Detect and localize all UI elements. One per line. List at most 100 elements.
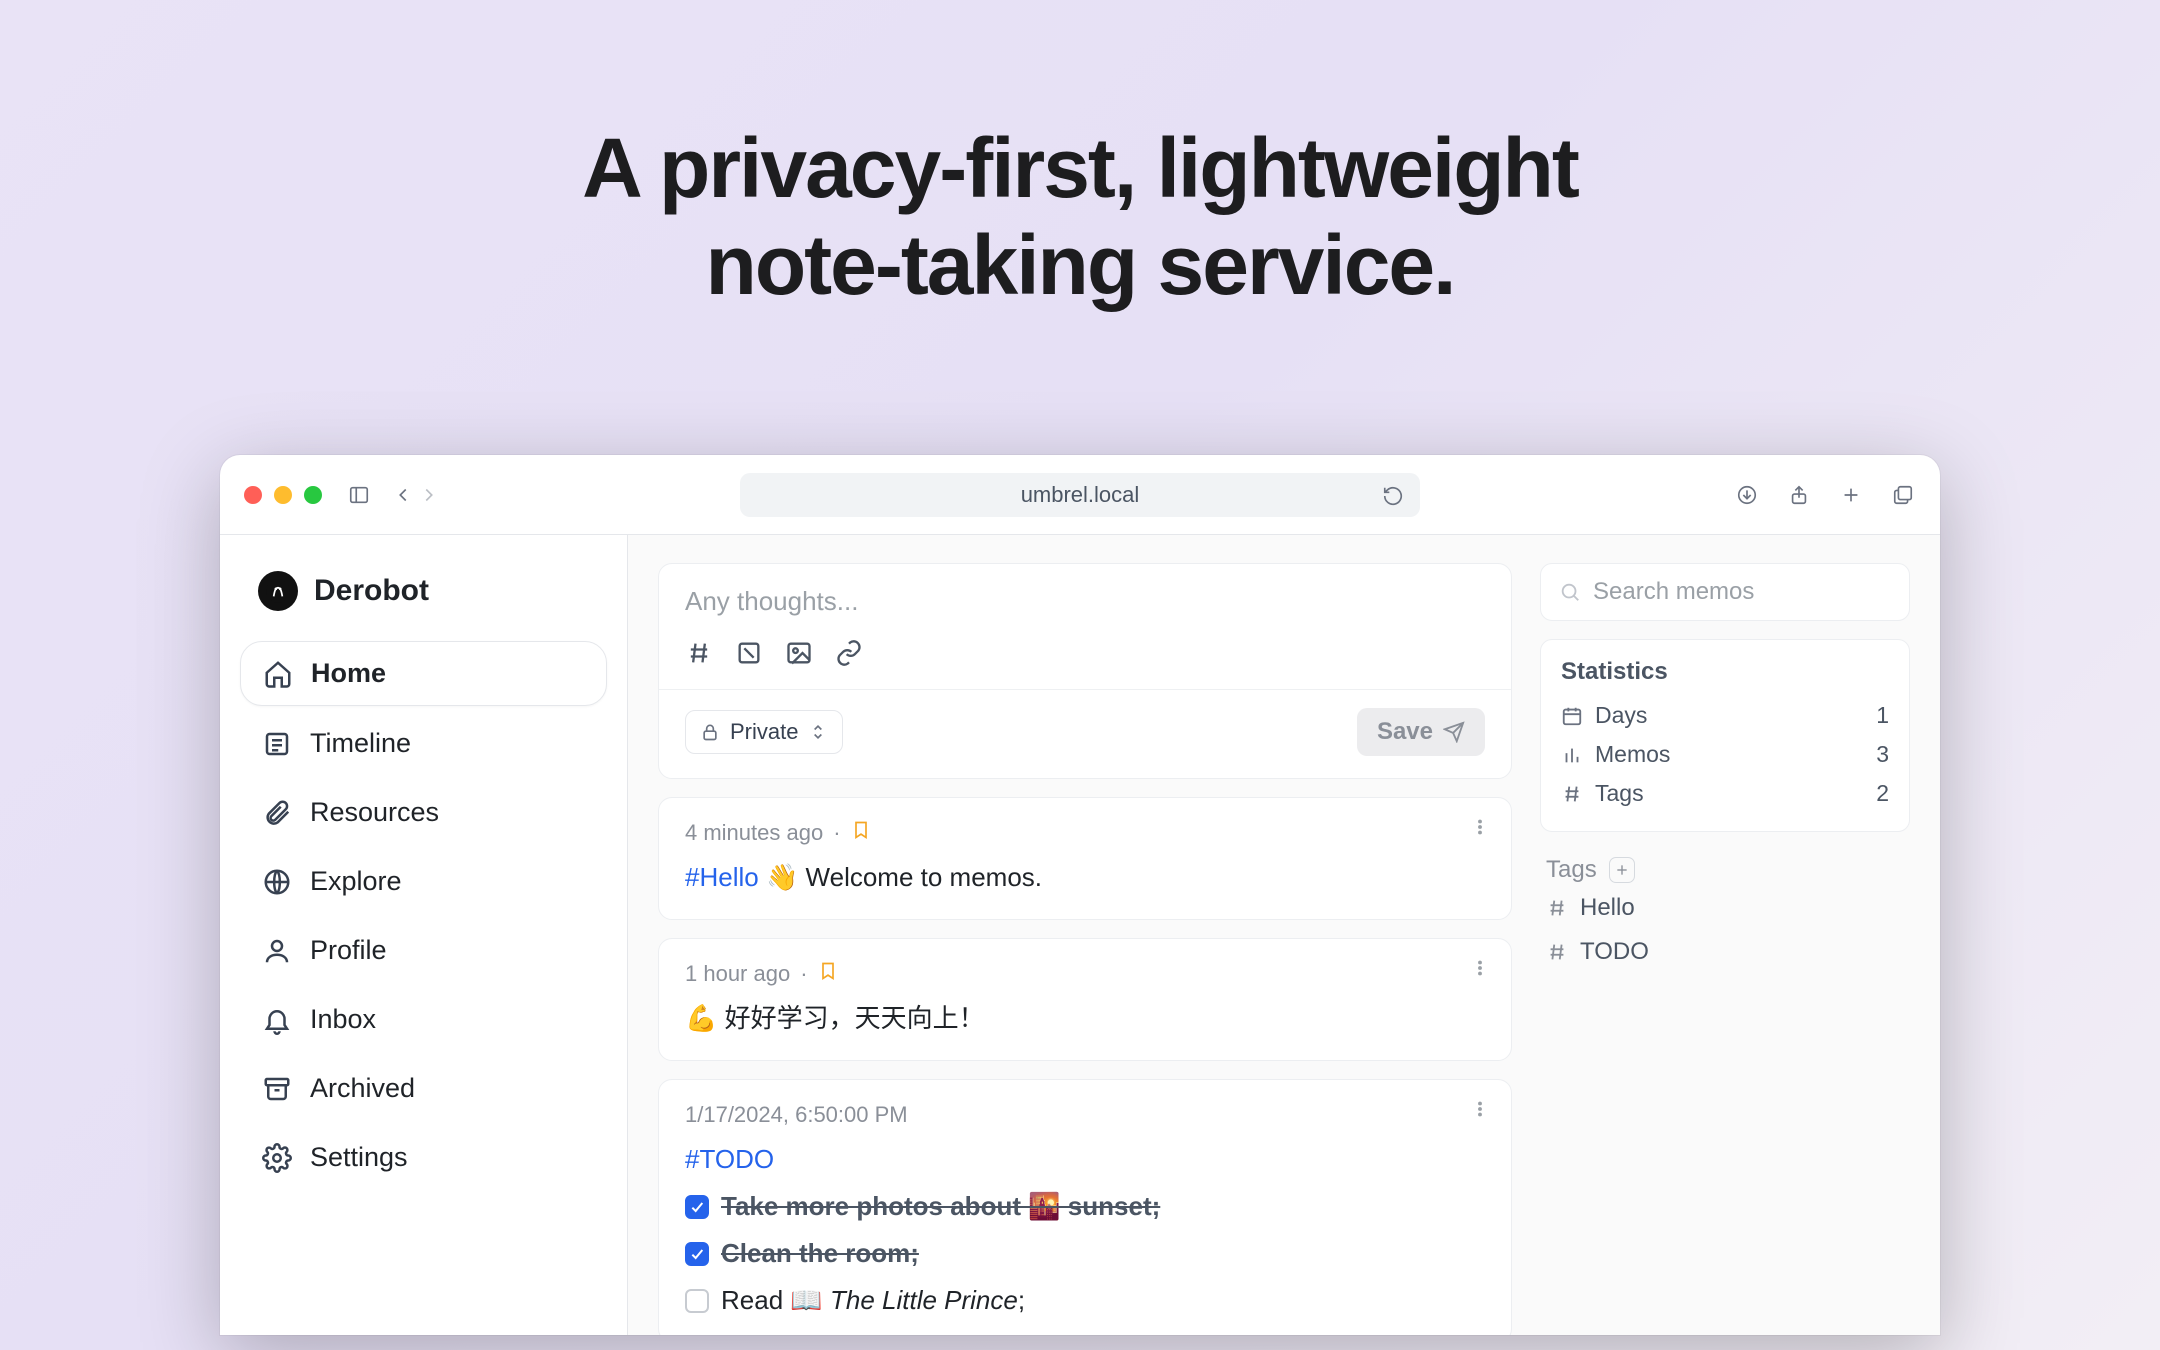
stat-value: 3 [1876, 741, 1889, 768]
memo-more-icon[interactable] [1469, 816, 1491, 843]
new-tab-icon[interactable] [1838, 482, 1864, 508]
memo-more-icon[interactable] [1469, 957, 1491, 984]
url-text: umbrel.local [1021, 482, 1140, 508]
nav-label: Inbox [310, 1004, 376, 1035]
memo-hashtag[interactable]: #Hello [685, 862, 759, 892]
nav-label: Timeline [310, 728, 411, 759]
nav-explore[interactable]: Explore [240, 850, 607, 913]
bars-icon [1561, 744, 1583, 766]
memo-more-icon[interactable] [1469, 1098, 1491, 1125]
image-icon[interactable] [785, 639, 813, 667]
hero-line-2: note-taking service. [0, 217, 2160, 314]
memo-body: 👋 Welcome to memos. [759, 862, 1042, 892]
link-icon[interactable] [835, 639, 863, 667]
todo-text: Clean the room; [721, 1234, 919, 1273]
calendar-icon [1561, 705, 1583, 727]
memo-composer: Any thoughts... Private [658, 563, 1512, 779]
downloads-icon[interactable] [1734, 482, 1760, 508]
close-window-button[interactable] [244, 486, 262, 504]
nav-list: Home Timeline Resources Explore Profile [240, 641, 607, 1189]
stat-value: 1 [1876, 702, 1889, 729]
bell-icon [262, 1005, 292, 1035]
nav-label: Resources [310, 797, 439, 828]
globe-icon [262, 867, 292, 897]
home-icon [263, 659, 293, 689]
nav-timeline[interactable]: Timeline [240, 712, 607, 775]
nav-label: Explore [310, 866, 402, 897]
save-label: Save [1377, 718, 1433, 746]
memo-time: 4 minutes ago [685, 820, 823, 846]
nav-label: Profile [310, 935, 387, 966]
hero-line-1: A privacy-first, lightweight [0, 120, 2160, 217]
bookmark-icon[interactable] [851, 820, 871, 846]
nav-label: Home [311, 658, 386, 689]
save-button[interactable]: Save [1357, 708, 1485, 756]
nav-archived[interactable]: Archived [240, 1057, 607, 1120]
bookmark-icon[interactable] [818, 961, 838, 987]
gear-icon [262, 1143, 292, 1173]
back-button-icon[interactable] [390, 482, 416, 508]
add-tag-button[interactable] [1609, 857, 1635, 883]
search-input[interactable]: Search memos [1540, 563, 1910, 621]
nav-profile[interactable]: Profile [240, 919, 607, 982]
nav-home[interactable]: Home [240, 641, 607, 706]
feed-column: Any thoughts... Private [658, 563, 1512, 1335]
timeline-icon [262, 729, 292, 759]
checkbox-unchecked[interactable] [685, 1289, 709, 1313]
memo-hashtag[interactable]: #TODO [685, 1140, 1485, 1179]
stat-row-days: Days 1 [1561, 696, 1889, 735]
minimize-window-button[interactable] [274, 486, 292, 504]
browser-toolbar: umbrel.local [220, 455, 1940, 535]
checkbox-checked[interactable] [685, 1242, 709, 1266]
memo-time: 1/17/2024, 6:50:00 PM [685, 1102, 908, 1128]
memo-body: 💪 好好学习，天天向上！ [685, 999, 1485, 1038]
memo-card: 1/17/2024, 6:50:00 PM #TODO Take more ph… [658, 1079, 1512, 1335]
composer-toolbar [685, 639, 1485, 667]
maximize-window-button[interactable] [304, 486, 322, 504]
nav-settings[interactable]: Settings [240, 1126, 607, 1189]
tag-item[interactable]: TODO [1540, 930, 1910, 974]
nav-label: Archived [310, 1073, 415, 1104]
hash-icon [1561, 783, 1583, 805]
sidebar-toggle-icon[interactable] [346, 482, 372, 508]
checkbox-icon[interactable] [735, 639, 763, 667]
brand-header[interactable]: Derobot [240, 563, 607, 633]
nav-label: Settings [310, 1142, 408, 1173]
hash-icon [1546, 897, 1568, 919]
stat-value: 2 [1876, 780, 1889, 807]
hash-icon[interactable] [685, 639, 713, 667]
memo-card: 4 minutes ago · #Hello 👋 Welcome to memo… [658, 797, 1512, 920]
tags-title: Tags [1546, 856, 1597, 884]
todo-text: Take more photos about 🌇 sunset; [721, 1187, 1160, 1226]
share-icon[interactable] [1786, 482, 1812, 508]
stat-row-memos: Memos 3 [1561, 735, 1889, 774]
tags-section: Tags Hello TODO [1540, 850, 1910, 974]
visibility-label: Private [730, 719, 798, 745]
todo-item: Clean the room; [685, 1234, 1485, 1273]
hero-heading: A privacy-first, lightweight note-taking… [0, 0, 2160, 313]
main-area: Any thoughts... Private [628, 535, 1940, 1335]
tag-item[interactable]: Hello [1540, 886, 1910, 930]
checkbox-checked[interactable] [685, 1195, 709, 1219]
brand-logo-icon [258, 571, 298, 611]
url-bar[interactable]: umbrel.local [740, 473, 1420, 517]
visibility-selector[interactable]: Private [685, 710, 843, 754]
paperclip-icon [262, 798, 292, 828]
composer-input[interactable]: Any thoughts... [685, 586, 1485, 617]
nav-resources[interactable]: Resources [240, 781, 607, 844]
forward-button-icon[interactable] [416, 482, 442, 508]
app-sidebar: Derobot Home Timeline Resources Explor [220, 535, 628, 1335]
reload-icon[interactable] [1380, 483, 1406, 509]
search-icon [1559, 581, 1581, 603]
tag-label: TODO [1580, 938, 1649, 966]
tabs-icon[interactable] [1890, 482, 1916, 508]
user-icon [262, 936, 292, 966]
stats-title: Statistics [1561, 658, 1889, 686]
browser-window: umbrel.local [220, 455, 1940, 1335]
memo-card: 1 hour ago · 💪 好好学习，天天向上！ [658, 938, 1512, 1061]
nav-inbox[interactable]: Inbox [240, 988, 607, 1051]
window-controls [244, 486, 322, 504]
lock-icon [700, 722, 720, 742]
stat-row-tags: Tags 2 [1561, 774, 1889, 813]
aside-column: Search memos Statistics Days 1 Memos 3 T… [1540, 563, 1910, 1335]
